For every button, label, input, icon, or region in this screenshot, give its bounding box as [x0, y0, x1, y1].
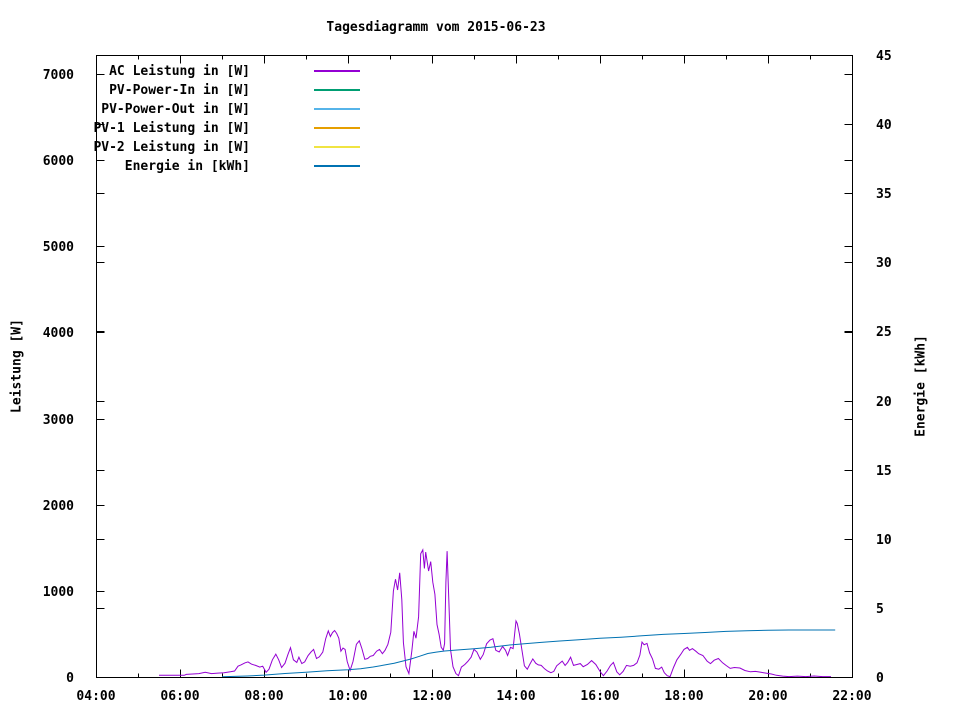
svg-text:18:00: 18:00: [664, 689, 703, 704]
svg-text:06:00: 06:00: [160, 689, 199, 704]
svg-text:10: 10: [876, 533, 892, 548]
axis-ticks: [96, 55, 853, 678]
svg-text:25: 25: [876, 325, 892, 340]
svg-text:22:00: 22:00: [832, 689, 871, 704]
svg-text:45: 45: [876, 49, 892, 64]
svg-text:20:00: 20:00: [748, 689, 787, 704]
svg-text:0: 0: [876, 671, 884, 686]
svg-text:20: 20: [876, 395, 892, 410]
svg-text:30: 30: [876, 256, 892, 271]
svg-text:3000: 3000: [43, 413, 74, 428]
svg-text:16:00: 16:00: [580, 689, 619, 704]
svg-text:1000: 1000: [43, 585, 74, 600]
series-line-0: [159, 548, 831, 678]
svg-text:35: 35: [876, 187, 892, 202]
svg-text:5: 5: [876, 602, 884, 617]
svg-text:10:00: 10:00: [328, 689, 367, 704]
svg-text:6000: 6000: [43, 154, 74, 169]
svg-text:7000: 7000: [43, 68, 74, 83]
svg-text:15: 15: [876, 464, 892, 479]
svg-text:04:00: 04:00: [76, 689, 115, 704]
svg-text:5000: 5000: [43, 240, 74, 255]
plot-border: [96, 55, 853, 678]
svg-text:4000: 4000: [43, 326, 74, 341]
tagesdiagramm-chart: Tagesdiagramm vom 2015-06-23 Leistung [W…: [0, 0, 960, 720]
axis-tick-labels: 04:00 06:00 08:00 10:00 12:00 14:00 16:00 18:00…: [43, 49, 892, 704]
svg-text:0: 0: [66, 671, 74, 686]
svg-text:2000: 2000: [43, 499, 74, 514]
svg-text:40: 40: [876, 118, 892, 133]
plot-area: 04:00 06:00 08:00 10:00 12:00 14:00 16:00 18:00…: [43, 49, 892, 704]
svg-text:12:00: 12:00: [412, 689, 451, 704]
svg-text:14:00: 14:00: [496, 689, 535, 704]
svg-text:08:00: 08:00: [244, 689, 283, 704]
